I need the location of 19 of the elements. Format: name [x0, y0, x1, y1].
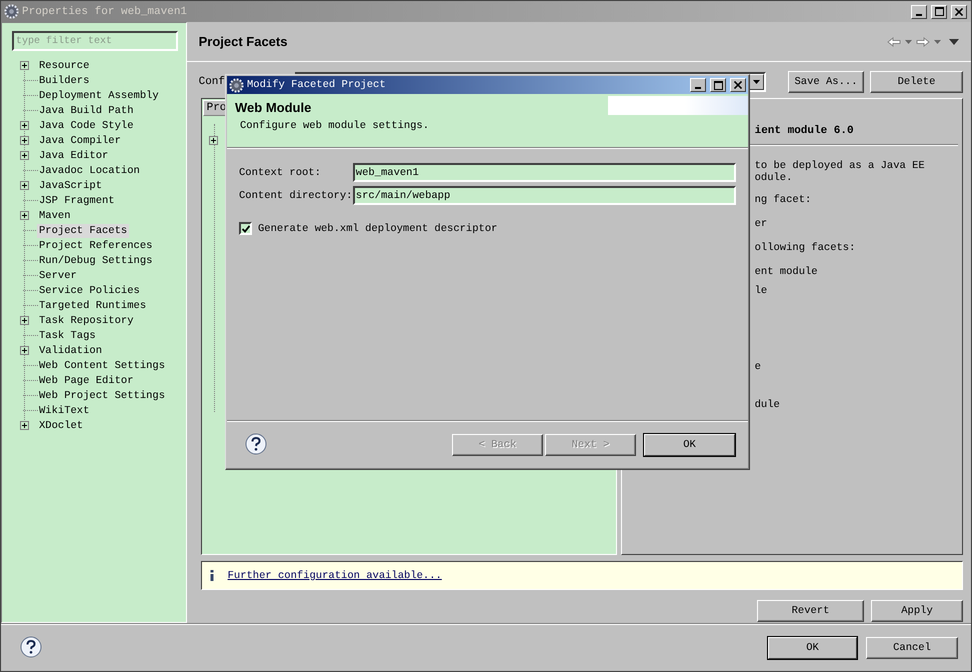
details-text: le [754, 285, 768, 297]
details-text: ng facet: [754, 194, 812, 206]
details-title: ient module 6.0 [754, 125, 855, 139]
page-title: Project Facets [198, 34, 288, 49]
details-text: to be deployed as a Java EE [754, 160, 926, 172]
details-text: dule [754, 399, 781, 411]
details-text: ollowing facets: [754, 242, 856, 254]
details-text: er [754, 218, 768, 230]
dialog-heading: Web Module [235, 100, 312, 115]
details-text: ent module [754, 266, 819, 278]
details-text: odule. [754, 172, 794, 184]
field-label: Context root: [239, 166, 322, 178]
configuration-label: Conf [198, 76, 225, 88]
dialog-title: Modify Faceted Project [247, 79, 387, 91]
window-title: Properties for web_maven1 [22, 6, 188, 18]
details-text: e [754, 361, 762, 373]
checkbox-label: Generate web.xml deployment descriptor [258, 222, 498, 234]
field-label: Content directory: [239, 190, 353, 202]
dialog-subtitle: Configure web module settings. [240, 120, 430, 132]
